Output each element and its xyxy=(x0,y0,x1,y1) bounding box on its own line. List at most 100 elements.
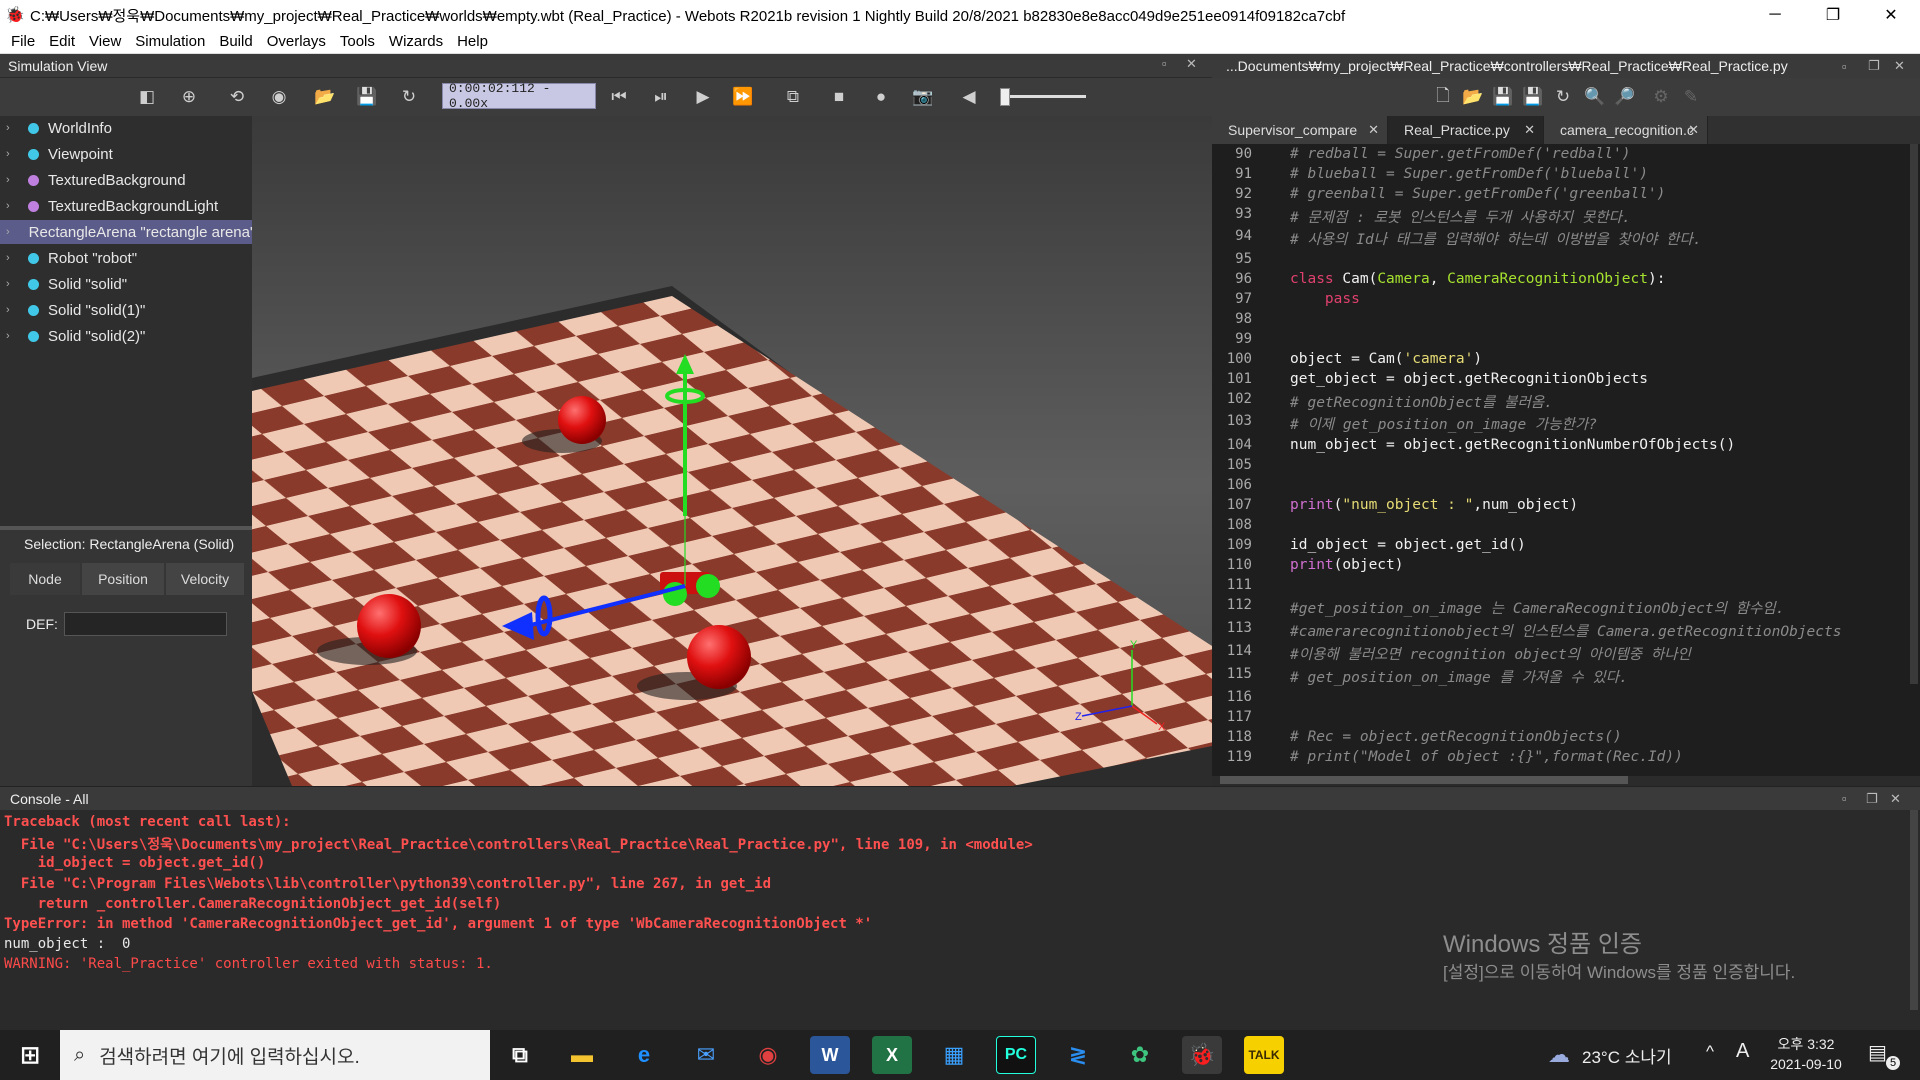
tab-node[interactable]: Node xyxy=(10,563,80,595)
red-ball-solid-1[interactable] xyxy=(357,594,421,658)
code-line[interactable]: # 문제점 : 로봇 인스턴스를 두개 사용하지 못한다. xyxy=(1290,206,1631,227)
code-line[interactable]: # getRecognitionObject를 불러옴. xyxy=(1290,391,1553,412)
app-icon[interactable]: ▦ xyxy=(934,1036,974,1074)
menu-simulation[interactable]: Simulation xyxy=(128,33,212,50)
close-tab-icon[interactable]: ✕ xyxy=(1688,122,1699,138)
add-node-icon[interactable]: ⊕ xyxy=(176,85,202,109)
clean-icon[interactable]: ✎ xyxy=(1678,85,1704,109)
menu-view[interactable]: View xyxy=(82,33,128,50)
red-ball-solid-2[interactable] xyxy=(687,625,751,689)
red-ball-solid[interactable] xyxy=(558,396,606,444)
code-line[interactable]: pass xyxy=(1290,291,1360,307)
expand-chevron-icon[interactable]: › xyxy=(6,226,10,238)
tab-position[interactable]: Position xyxy=(82,563,164,595)
tree-item-rectangle-arena[interactable]: › RectangleArena "rectangle arena" xyxy=(0,220,252,244)
float-panel-icon[interactable]: ▫ xyxy=(1842,59,1847,74)
mail-icon[interactable]: ✉ xyxy=(686,1036,726,1074)
code-line[interactable]: # get_position_on_image 를 가져올 수 있다. xyxy=(1290,666,1628,687)
tree-item-solid-1[interactable]: › Solid "solid(1)" xyxy=(0,298,252,322)
code-line[interactable]: class Cam(Camera, CameraRecognitionObjec… xyxy=(1290,271,1665,287)
menu-overlays[interactable]: Overlays xyxy=(260,33,333,50)
expand-chevron-icon[interactable]: › xyxy=(6,122,18,134)
close-panel-icon[interactable]: ✕ xyxy=(1890,791,1901,807)
excel-icon[interactable]: X xyxy=(872,1036,912,1074)
taskbar-search-box[interactable]: ⌕ 검색하려면 여기에 입력하십시오. xyxy=(60,1030,490,1080)
toggle-scene-tree-icon[interactable]: ◧ xyxy=(134,85,160,109)
code-line[interactable]: num_object = object.getRecognitionNumber… xyxy=(1290,437,1735,453)
code-line[interactable]: #이용해 불러오면 recognition object의 아이템중 하나인 xyxy=(1290,643,1691,664)
clock-date[interactable]: 2021-09-10 xyxy=(1766,1056,1846,1072)
maximize-panel-icon[interactable]: ❐ xyxy=(1868,58,1880,74)
tray-expand-icon[interactable]: ^ xyxy=(1706,1042,1714,1062)
expand-chevron-icon[interactable]: › xyxy=(6,148,18,160)
code-line[interactable]: # greenball = Super.getFromDef('greenbal… xyxy=(1290,186,1665,202)
menu-wizards[interactable]: Wizards xyxy=(382,33,450,50)
tree-item-solid[interactable]: › Solid "solid" xyxy=(0,272,252,296)
code-line[interactable]: print(object) xyxy=(1290,557,1404,573)
tree-item-viewpoint[interactable]: › Viewpoint xyxy=(0,142,252,166)
tab-velocity[interactable]: Velocity xyxy=(166,563,244,595)
expand-chevron-icon[interactable]: › xyxy=(6,304,18,316)
editor-vertical-scrollbar[interactable] xyxy=(1910,144,1918,684)
reset-simulation-icon[interactable]: ⏮ xyxy=(606,85,632,109)
volume-icon[interactable]: ◀ xyxy=(956,85,982,109)
reset-view-icon[interactable]: ⟲ xyxy=(224,85,250,109)
find-icon[interactable]: 🔍 xyxy=(1582,85,1608,109)
save-world-icon[interactable]: 💾 xyxy=(354,85,380,109)
console-scrollbar[interactable] xyxy=(1910,810,1918,1010)
code-line[interactable]: # 이제 get_position_on_image 가능한가? xyxy=(1290,413,1597,434)
code-line[interactable]: #get_position_on_image 는 CameraRecogniti… xyxy=(1290,597,1784,618)
save-all-icon[interactable]: 💾 xyxy=(1520,85,1546,109)
view-eye-icon[interactable]: ◉ xyxy=(266,85,292,109)
internet-explorer-icon[interactable]: e xyxy=(624,1036,664,1074)
expand-chevron-icon[interactable]: › xyxy=(6,174,18,186)
close-panel-icon[interactable]: ✕ xyxy=(1894,58,1905,74)
fast-forward-icon[interactable]: ⏩ xyxy=(730,85,756,109)
record-stop-icon[interactable]: ■ xyxy=(826,85,852,109)
float-panel-icon[interactable]: ▫ xyxy=(1842,791,1847,806)
save-file-icon[interactable]: 💾 xyxy=(1490,85,1516,109)
task-view-icon[interactable]: ⧉ xyxy=(500,1036,540,1074)
code-line[interactable]: # 사용의 Id나 태그를 입력해야 하는데 이방법을 찾아야 한다. xyxy=(1290,228,1702,249)
tree-item-solid-2[interactable]: › Solid "solid(2)" xyxy=(0,324,252,348)
app-icon[interactable]: ✿ xyxy=(1120,1036,1160,1074)
notification-icon[interactable]: ▤ xyxy=(1868,1040,1887,1065)
step-icon[interactable]: ⏯ xyxy=(648,85,674,109)
menu-tools[interactable]: Tools xyxy=(333,33,382,50)
expand-chevron-icon[interactable]: › xyxy=(6,278,18,290)
restore-button[interactable]: ❐ xyxy=(1804,0,1862,30)
play-icon[interactable]: ▶ xyxy=(690,85,716,109)
close-panel-icon[interactable]: ✕ xyxy=(1186,56,1197,72)
word-icon[interactable]: W xyxy=(810,1036,850,1074)
tab-supervisor-compare[interactable]: Supervisor_compare ✕ xyxy=(1212,116,1388,144)
weather-text[interactable]: 23°C 소나기 xyxy=(1582,1043,1672,1068)
code-line[interactable]: get_object = object.getRecognitionObject… xyxy=(1290,371,1648,387)
windows-start-icon[interactable]: ⊞ xyxy=(10,1036,50,1074)
tab-camera-recognition[interactable]: camera_recognition.c ✕ xyxy=(1544,116,1708,144)
revert-file-icon[interactable]: ↻ xyxy=(1550,85,1576,109)
replace-icon[interactable]: 🔎 xyxy=(1612,85,1638,109)
build-icon[interactable]: ⚙ xyxy=(1648,85,1674,109)
tree-item-textured-background[interactable]: › TexturedBackground xyxy=(0,168,252,192)
kakaotalk-icon[interactable]: TALK xyxy=(1244,1036,1284,1074)
file-explorer-icon[interactable]: ▬ xyxy=(562,1036,602,1074)
menu-help[interactable]: Help xyxy=(450,33,495,50)
reload-world-icon[interactable]: ↻ xyxy=(396,85,422,109)
screenshot-icon[interactable]: 📷 xyxy=(910,85,936,109)
tree-item-robot[interactable]: › Robot "robot" xyxy=(0,246,252,270)
close-tab-icon[interactable]: ✕ xyxy=(1368,122,1379,138)
minimize-button[interactable]: ─ xyxy=(1746,0,1804,30)
vscode-icon[interactable]: ≷ xyxy=(1058,1036,1098,1074)
menu-build[interactable]: Build xyxy=(212,33,259,50)
record-icon[interactable]: ● xyxy=(868,85,894,109)
tree-item-textured-background-light[interactable]: › TexturedBackgroundLight xyxy=(0,194,252,218)
code-line[interactable]: print("num_object : ",num_object) xyxy=(1290,497,1578,513)
editor-horizontal-scrollbar[interactable] xyxy=(1220,776,1628,784)
clock-time[interactable]: 오후 3:32 xyxy=(1770,1034,1842,1054)
expand-chevron-icon[interactable]: › xyxy=(6,200,18,212)
open-file-icon[interactable]: 📂 xyxy=(1460,85,1486,109)
expand-chevron-icon[interactable]: › xyxy=(6,252,18,264)
float-panel-icon[interactable]: ▫ xyxy=(1162,56,1167,71)
code-line[interactable]: object = Cam('camera') xyxy=(1290,351,1482,367)
webots-taskbar-icon[interactable]: 🐞 xyxy=(1182,1036,1222,1074)
